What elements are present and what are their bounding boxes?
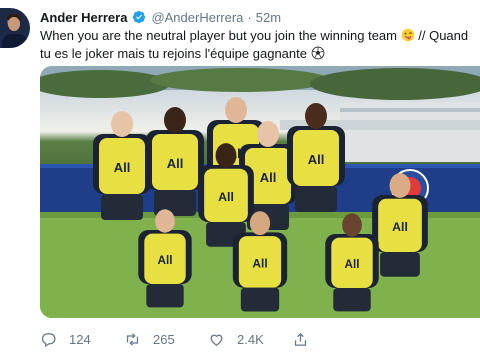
player-figure: All — [93, 111, 151, 220]
tweet-header: Ander Herrera @AnderHerrera · 52m — [40, 8, 281, 26]
bib-text: All — [167, 156, 184, 171]
player-figure: All — [287, 103, 345, 212]
avatar[interactable] — [0, 8, 30, 48]
like-count: 2.4K — [237, 331, 264, 347]
tweet-text-part: // Quand — [418, 28, 469, 43]
like-button[interactable]: 2.4K — [208, 331, 292, 348]
tweet-card[interactable]: Ander Herrera @AnderHerrera · 52m When y… — [0, 0, 480, 360]
player-figure: All — [146, 107, 204, 216]
winking-tongue-face-emoji — [401, 28, 414, 42]
retweet-icon — [126, 332, 139, 346]
team-photo-illustration: AllAllAllAllAllAllAllAllAllAll — [40, 66, 480, 318]
reply-count: 124 — [69, 331, 91, 347]
tweet-text-part: When you are the neutral player but you … — [40, 28, 397, 43]
reply-button[interactable]: 124 — [40, 331, 124, 348]
bib-text: All — [260, 170, 277, 185]
soccer-ball-emoji — [311, 46, 324, 59]
reply-icon — [41, 332, 56, 347]
bib-text: All — [392, 220, 408, 234]
share-button[interactable] — [292, 331, 322, 348]
tweet-timestamp[interactable]: 52m — [256, 10, 281, 25]
bib-text: All — [158, 254, 173, 267]
bib-text: All — [345, 258, 360, 271]
tweet-text-line-1: When you are the neutral player but you … — [40, 27, 476, 45]
bib-text: All — [218, 190, 234, 204]
tweet-text-part: tu es le joker mais tu rejoins l'équipe … — [40, 45, 307, 61]
tweet-media-photo[interactable]: AllAllAllAllAllAllAllAllAllAll — [40, 66, 480, 318]
retweet-button[interactable]: 265 — [124, 331, 208, 348]
tweet-text: When you are the neutral player but you … — [40, 27, 476, 62]
bib-text: All — [114, 160, 131, 175]
share-icon — [294, 332, 307, 346]
verified-badge-icon — [133, 10, 146, 24]
bib-text: All — [252, 256, 267, 270]
header-separator: · — [247, 9, 252, 25]
heart-icon — [210, 334, 223, 346]
bib-text: All — [308, 152, 325, 167]
tweet-text-line-2: tu es le joker mais tu rejoins l'équipe … — [40, 45, 476, 63]
author-display-name[interactable]: Ander Herrera — [40, 10, 127, 25]
tweet-actions: 124 265 2.4K — [40, 330, 322, 348]
retweet-count: 265 — [153, 331, 175, 347]
author-handle[interactable]: @AnderHerrera — [151, 10, 243, 25]
